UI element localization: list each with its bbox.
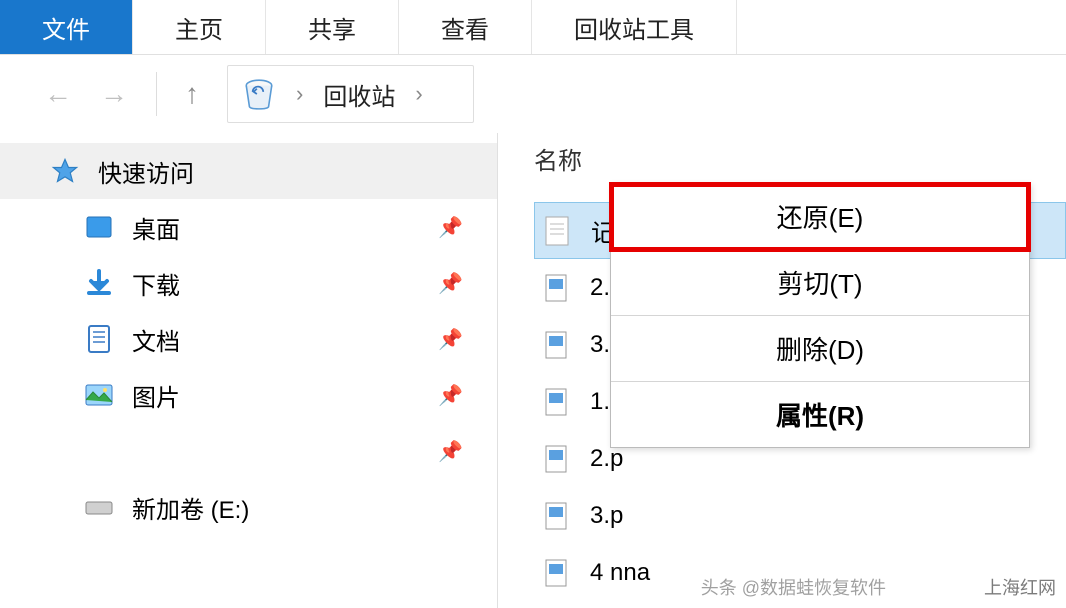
navigation-bar: ← → ↑ › 回收站 › — [0, 55, 1066, 133]
up-arrow-icon[interactable]: ↑ — [185, 78, 199, 110]
image-file-icon — [542, 499, 570, 533]
sidebar-item-desktop[interactable]: 桌面 📌 — [0, 199, 497, 255]
sidebar-item-label: 快速访问 — [98, 154, 194, 189]
context-menu-properties[interactable]: 属性(R) — [611, 382, 1029, 447]
context-menu-restore[interactable]: 还原(E) — [611, 184, 1029, 250]
sidebar-item-label: 新加卷 (E:) — [132, 490, 249, 525]
file-name: 2.p — [590, 445, 623, 473]
pin-icon: 📌 — [438, 439, 463, 464]
recycle-bin-icon — [242, 77, 276, 111]
chevron-right-icon: › — [296, 81, 303, 107]
sidebar-item-label: 下载 — [132, 266, 180, 301]
sidebar-item-label: 文档 — [132, 322, 180, 357]
sidebar-item-new-volume[interactable]: 新加卷 (E:) — [0, 479, 497, 535]
tab-recyclebin-tools[interactable]: 回收站工具 — [532, 0, 737, 54]
sidebar: 快速访问 桌面 📌 下载 📌 文档 📌 图片 — [0, 133, 498, 608]
address-bar[interactable]: › 回收站 › — [227, 65, 474, 123]
watermark-text: 上海红网 — [984, 574, 1056, 600]
sidebar-item-pictures[interactable]: 图片 📌 — [0, 367, 497, 423]
pin-icon: 📌 — [438, 271, 463, 296]
file-name: 4 nna — [590, 559, 650, 587]
image-file-icon — [542, 556, 570, 590]
sidebar-item-label: 桌面 — [132, 210, 180, 245]
sidebar-item-documents[interactable]: 文档 📌 — [0, 311, 497, 367]
sidebar-quick-access[interactable]: 快速访问 — [0, 143, 497, 199]
downloads-icon — [84, 268, 114, 298]
content-pane: 名称 记事本 txt 2.p 3.p 1.p — [498, 133, 1066, 608]
context-menu-cut[interactable]: 剪切(T) — [611, 250, 1029, 316]
text-file-icon — [543, 214, 571, 248]
tab-view[interactable]: 查看 — [399, 0, 532, 54]
desktop-icon — [84, 212, 114, 242]
forward-arrow-icon[interactable]: → — [100, 78, 128, 110]
pin-icon: 📌 — [438, 215, 463, 240]
file-name: 3.p — [590, 502, 623, 530]
sidebar-item-downloads[interactable]: 下载 📌 — [0, 255, 497, 311]
pictures-icon — [84, 380, 114, 410]
main-area: 快速访问 桌面 📌 下载 📌 文档 📌 图片 — [0, 133, 1066, 608]
tab-home[interactable]: 主页 — [133, 0, 266, 54]
pin-icon: 📌 — [438, 383, 463, 408]
nav-separator — [156, 72, 157, 116]
sidebar-item-empty[interactable]: 📌 — [0, 423, 497, 479]
column-header-name[interactable]: 名称 — [534, 141, 1066, 176]
file-row[interactable]: 3.p — [534, 487, 1066, 544]
star-icon — [50, 156, 80, 186]
back-arrow-icon[interactable]: ← — [44, 78, 72, 110]
pin-icon: 📌 — [438, 327, 463, 352]
tab-share[interactable]: 共享 — [266, 0, 399, 54]
documents-icon — [84, 324, 114, 354]
chevron-right-icon[interactable]: › — [415, 81, 422, 107]
image-file-icon — [542, 328, 570, 362]
watermark-text: 头条 @数据蛙恢复软件 — [701, 574, 886, 600]
image-file-icon — [542, 442, 570, 476]
tab-file[interactable]: 文件 — [0, 0, 133, 54]
address-location: 回收站 — [323, 77, 395, 112]
drive-icon — [84, 492, 114, 522]
image-file-icon — [542, 271, 570, 305]
context-menu-delete[interactable]: 删除(D) — [611, 316, 1029, 382]
image-file-icon — [542, 385, 570, 419]
ribbon-tabs: 文件 主页 共享 查看 回收站工具 — [0, 0, 1066, 55]
sidebar-item-label: 图片 — [132, 378, 180, 413]
context-menu: 还原(E) 剪切(T) 删除(D) 属性(R) — [610, 183, 1030, 448]
